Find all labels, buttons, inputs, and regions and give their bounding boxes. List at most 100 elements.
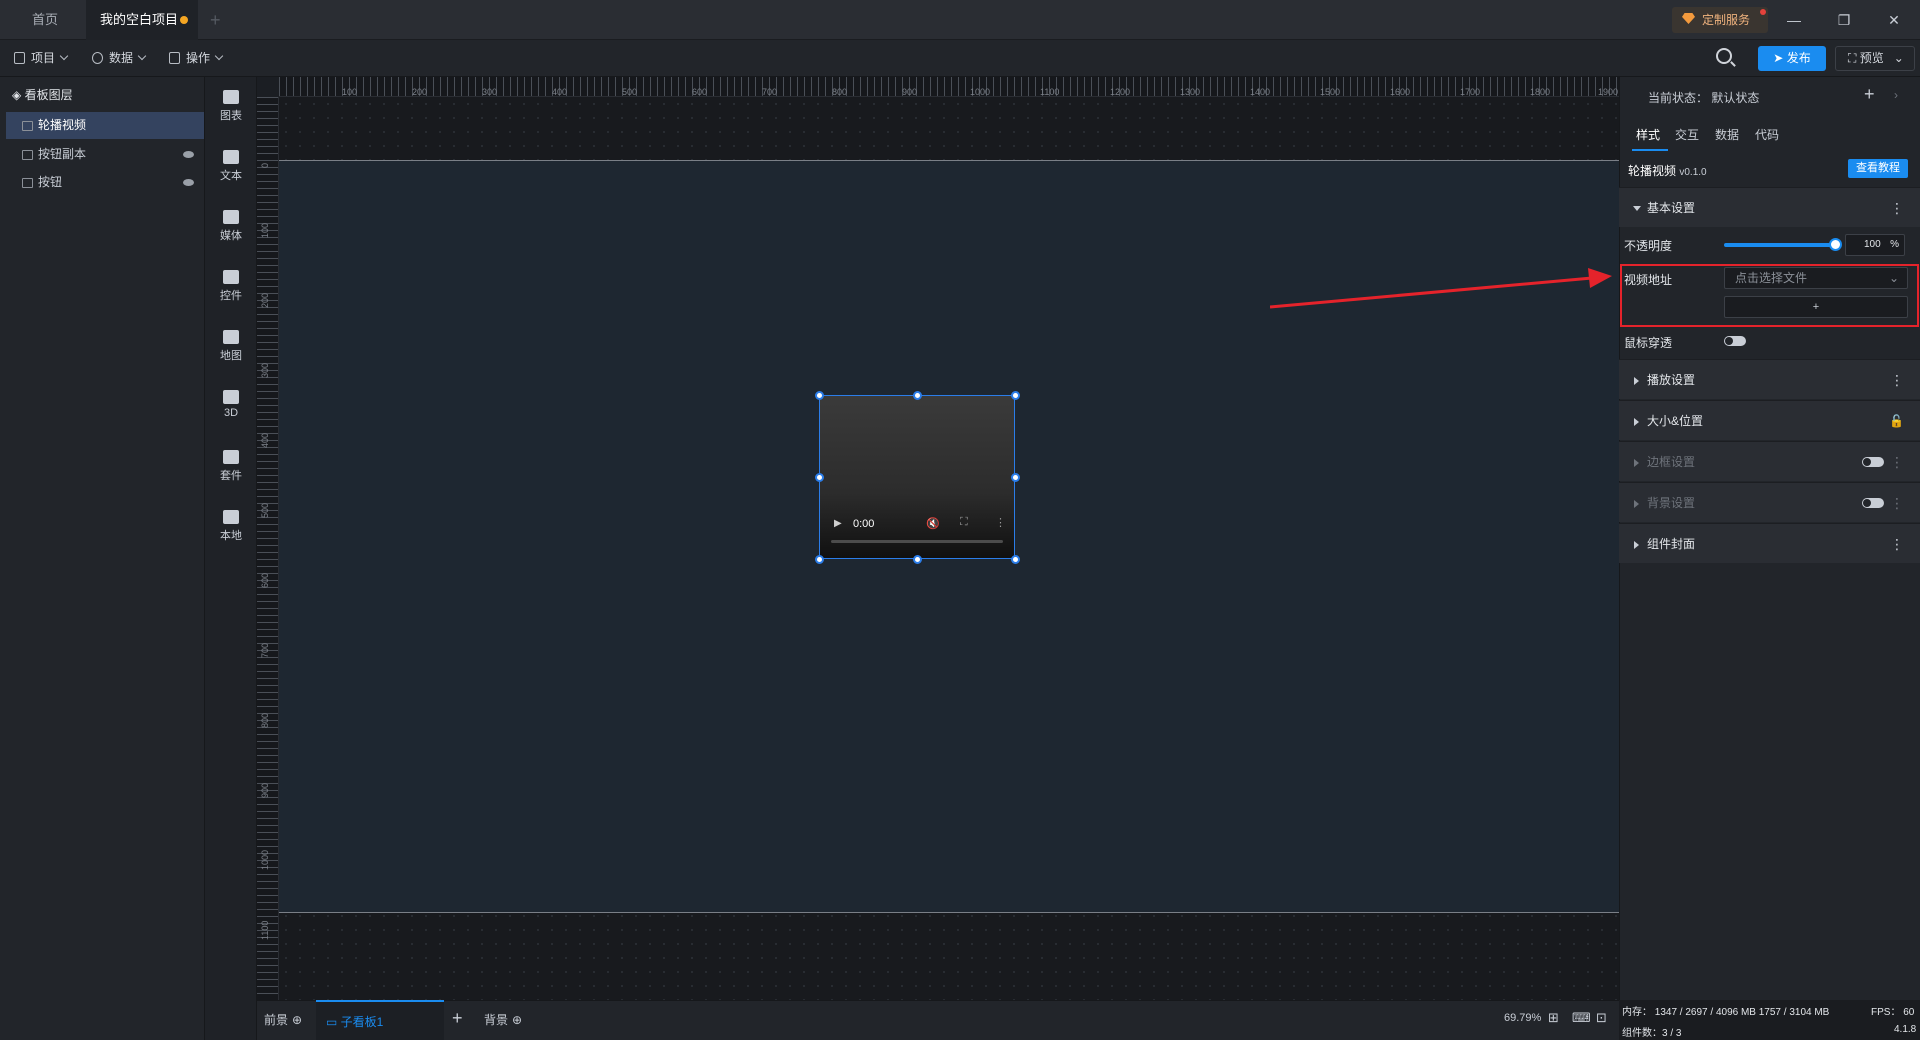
more-icon[interactable]: ⋮ (1890, 360, 1904, 400)
comp-3d[interactable]: 3D (205, 390, 257, 419)
publish-button[interactable]: ➤ 发布 (1758, 46, 1826, 71)
terminal-icon[interactable]: ⊡ (1596, 1010, 1607, 1026)
menu-ops[interactable]: 操作 (169, 49, 224, 67)
title-bar (0, 0, 1920, 40)
add-file-button[interactable]: + (1724, 296, 1908, 318)
tab-sub-board[interactable]: ▭ 子看板1 (316, 1000, 444, 1040)
add-board-icon[interactable]: + (452, 1008, 463, 1029)
resize-handle[interactable] (1011, 555, 1020, 564)
app-version: 4.1.8 (1894, 1024, 1917, 1035)
video-component[interactable] (819, 395, 1015, 559)
resize-handle[interactable] (815, 391, 824, 400)
menu-data[interactable]: 数据 (92, 49, 147, 67)
hidden-eye-icon[interactable] (183, 151, 194, 158)
play-icon[interactable]: ▶ (834, 518, 842, 529)
lock-icon[interactable]: 🔓 (1889, 401, 1904, 441)
section-size-position[interactable]: 大小&位置 🔓 (1619, 400, 1920, 440)
chevron-down-icon (137, 51, 147, 61)
opacity-value: 100 (1864, 239, 1881, 250)
section-basic[interactable]: 基本设置 ⋮ (1619, 187, 1920, 227)
comp-map[interactable]: 地图 (205, 330, 257, 363)
opacity-unit: % (1890, 239, 1899, 250)
publish-label: 发布 (1786, 51, 1811, 65)
ruler-tick: 600 (692, 87, 708, 97)
ruler-tick: 1700 (1460, 87, 1481, 97)
restore-button[interactable]: ❐ (1834, 10, 1854, 30)
border-toggle[interactable] (1862, 457, 1884, 467)
ruler-tick: 800 (260, 712, 270, 728)
hidden-eye-icon[interactable] (183, 179, 194, 186)
tab-background-label: 背景 (484, 1013, 509, 1027)
mouse-through-toggle[interactable] (1724, 336, 1746, 346)
comp-label: 3D (223, 407, 239, 419)
tab-interaction[interactable]: 交互 (1675, 126, 1699, 143)
fullscreen-icon[interactable]: ⛶ (960, 516, 968, 529)
layer-item[interactable]: 按钮副本 (6, 141, 204, 168)
toolbar (0, 40, 1920, 77)
slider-thumb[interactable] (1829, 238, 1842, 251)
file-select[interactable]: 点击选择文件 ⌄ (1724, 267, 1908, 289)
ruler-tick: 700 (260, 642, 270, 658)
more-icon[interactable]: ⋮ (1890, 483, 1904, 523)
chevron-down-icon (214, 51, 224, 61)
tab-foreground[interactable]: 前景 ⊕ (264, 1011, 302, 1028)
component-count: 组件数：3 / 3 (1622, 1028, 1682, 1039)
annotation-arrow (1270, 268, 1612, 309)
comp-kit[interactable]: 套件 (205, 450, 257, 483)
video-progress-bar[interactable] (831, 540, 1003, 543)
resize-handle[interactable] (913, 555, 922, 564)
mute-icon[interactable]: 🔇 (926, 517, 940, 530)
database-icon (92, 52, 103, 64)
ruler-tick: 1100 (1040, 87, 1060, 97)
comp-media[interactable]: 媒体 (205, 210, 257, 243)
tab-background[interactable]: 背景 ⊕ (484, 1011, 522, 1028)
ruler-tick: 1100 (260, 920, 270, 940)
tutorial-button[interactable]: 查看教程 (1848, 159, 1908, 178)
comp-text[interactable]: 文本 (205, 150, 257, 183)
tab-style[interactable]: 样式 (1636, 126, 1660, 143)
comp-local[interactable]: 本地 (205, 510, 257, 543)
section-border[interactable]: 边框设置 ⋮ (1619, 441, 1920, 481)
ruler-tick: 200 (260, 292, 270, 308)
background-toggle[interactable] (1862, 498, 1884, 508)
resize-handle[interactable] (913, 391, 922, 400)
section-label: 基本设置 (1647, 201, 1696, 215)
map-icon (223, 330, 239, 344)
more-icon[interactable]: ⋮ (1890, 442, 1904, 482)
resize-handle[interactable] (1011, 473, 1020, 482)
add-tab-icon[interactable]: + (210, 10, 221, 31)
section-play[interactable]: 播放设置 ⋮ (1619, 359, 1920, 399)
minimize-button[interactable]: — (1784, 10, 1804, 30)
comp-chart[interactable]: 图表 (205, 90, 257, 123)
add-circle-icon[interactable]: ⊕ (292, 1013, 302, 1027)
chevron-right-icon[interactable]: › (1894, 88, 1898, 102)
resize-handle[interactable] (815, 555, 824, 564)
resize-handle[interactable] (1011, 391, 1020, 400)
more-icon[interactable]: ⋮ (995, 516, 1006, 529)
search-icon[interactable] (1716, 48, 1732, 64)
layer-item[interactable]: 按钮 (6, 169, 204, 196)
menu-project[interactable]: 项目 (14, 49, 69, 67)
comp-control[interactable]: 控件 (205, 270, 257, 303)
more-icon[interactable]: ⋮ (1890, 188, 1904, 228)
notification-dot (1760, 9, 1766, 15)
section-cover[interactable]: 组件封面 ⋮ (1619, 523, 1920, 563)
tab-home[interactable]: 首页 (18, 0, 72, 40)
add-circle-icon[interactable]: ⊕ (512, 1013, 522, 1027)
keyboard-icon[interactable]: ⌨ (1572, 1010, 1591, 1026)
opacity-input[interactable]: 100% (1845, 234, 1905, 256)
preview-button[interactable]: ⛶ 预览 ⌄ (1835, 46, 1915, 71)
close-button[interactable]: ✕ (1884, 10, 1904, 30)
caret-right-icon (1634, 377, 1639, 385)
layer-item[interactable]: 轮播视频 (6, 112, 204, 139)
add-state-icon[interactable]: + (1864, 84, 1875, 105)
zoom-level[interactable]: 69.79% (1504, 1012, 1541, 1024)
unsaved-dot-icon (180, 16, 188, 24)
section-background[interactable]: 背景设置 ⋮ (1619, 482, 1920, 522)
tab-code[interactable]: 代码 (1755, 126, 1779, 143)
fit-screen-icon[interactable]: ⊞ (1548, 1010, 1559, 1026)
tab-data[interactable]: 数据 (1715, 126, 1739, 143)
resize-handle[interactable] (815, 473, 824, 482)
opacity-slider[interactable] (1724, 243, 1836, 247)
more-icon[interactable]: ⋮ (1890, 524, 1904, 564)
